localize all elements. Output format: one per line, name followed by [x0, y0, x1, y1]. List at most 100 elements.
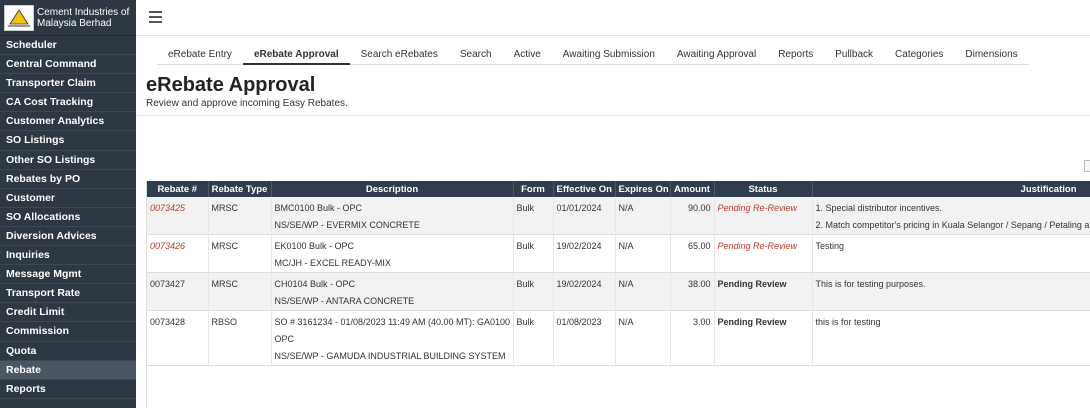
table-cell: EK0100 Bulk - OPC MC/JH - EXCEL READY-MIX: [271, 234, 514, 273]
sidebar-item-rebates-by-po[interactable]: Rebates by PO: [0, 170, 136, 189]
table-cell: Pending Review: [714, 310, 813, 366]
table-cell: 19/02/2024: [553, 234, 616, 273]
status-badge: Pending Re-Review: [717, 203, 798, 213]
expires-on: N/A: [618, 241, 634, 251]
form: Bulk: [516, 241, 535, 251]
description-line: BMC0100 Bulk - OPC: [274, 203, 363, 213]
sidebar-item-customer-analytics[interactable]: Customer Analytics: [0, 112, 136, 132]
sidebar-item-credit-limit[interactable]: Credit Limit: [0, 303, 136, 323]
sidebar-item-transporter-claim[interactable]: Transporter Claim: [0, 74, 136, 94]
rebate-type: RBSO: [211, 317, 238, 327]
table-cell: BMC0100 Bulk - OPC NS/SE/WP - EVERMIX CON…: [271, 197, 514, 235]
rebate-type: MRSC: [211, 279, 239, 289]
justification-line: 2. Match competitor's pricing in Kuala S…: [815, 220, 1090, 230]
justification-line: this is for testing: [815, 317, 881, 327]
tab-awaiting-submission[interactable]: Awaiting Submission: [552, 46, 666, 65]
rebate-number-link[interactable]: 0073425: [150, 203, 185, 213]
tab-dimensions[interactable]: Dimensions: [954, 46, 1028, 65]
table-cell: CH0104 Bulk - OPC NS/SE/WP - ANTARA CONCR…: [271, 272, 514, 311]
table-cell: 0073427: [147, 272, 209, 311]
tab-categories[interactable]: Categories: [884, 46, 954, 65]
tab-awaiting-approval[interactable]: Awaiting Approval: [666, 46, 767, 65]
tab-search[interactable]: Search: [449, 46, 503, 65]
justification-line: Testing: [815, 241, 845, 251]
table-cell: 1. Special distributor incentives. 2. Mat…: [812, 197, 1090, 235]
header-justification[interactable]: Justification: [812, 181, 1090, 197]
table-cell: N/A: [615, 197, 671, 235]
table-cell: MRSC: [208, 272, 272, 311]
table-row[interactable]: 0073425 MRSC BMC0100 Bulk - OPC NS/SE/WP - …: [147, 197, 1090, 235]
sidebar-item-message-mgmt[interactable]: Message Mgmt: [0, 265, 136, 285]
rebate-number: 0073427: [150, 279, 186, 289]
header-form[interactable]: Form: [513, 181, 554, 197]
header-rebate-type[interactable]: Rebate Type: [208, 181, 272, 197]
tab-pullback[interactable]: Pullback: [824, 46, 884, 65]
tab-active[interactable]: Active: [503, 46, 552, 65]
sidebar-item-reports[interactable]: Reports: [0, 380, 136, 399]
table-row[interactable]: 0073427 MRSC CH0104 Bulk - OPC NS/SE/WP - A…: [147, 272, 1090, 311]
description-line: EK0100 Bulk - OPC: [274, 241, 355, 251]
sidebar-item-inquiries[interactable]: Inquiries: [0, 246, 136, 266]
tab-reports[interactable]: Reports: [767, 46, 824, 65]
sidebar-item-ca-cost-tracking[interactable]: CA Cost Tracking: [0, 93, 136, 113]
sidebar-item-quota[interactable]: Quota: [0, 342, 136, 361]
divider: [136, 115, 1090, 116]
sidebar: Cement Industries of Malaysia Berhad Sch…: [0, 0, 136, 408]
tab-erebate-entry[interactable]: eRebate Entry: [157, 46, 243, 65]
header-expires-on[interactable]: Expires On: [615, 181, 671, 197]
form: Bulk: [516, 317, 535, 327]
status-badge: Pending Review: [717, 279, 787, 289]
header-status[interactable]: Status: [714, 181, 813, 197]
tab-search-erebates[interactable]: Search eRebates: [350, 46, 449, 65]
top-bar: [136, 0, 1090, 36]
table-cell: 90.00: [670, 197, 715, 235]
brand[interactable]: Cement Industries of Malaysia Berhad: [0, 0, 136, 36]
justification-line: This is for testing purposes.: [815, 279, 926, 289]
hamburger-menu-icon[interactable]: [149, 11, 162, 23]
justification-line: 1. Special distributor incentives.: [815, 203, 943, 213]
description-line: NS/SE/WP - GAMUDA INDUSTRIAL BUILDING SY…: [274, 351, 506, 361]
amount: 3.00: [692, 317, 711, 327]
tab-erebate-approval[interactable]: eRebate Approval: [242, 46, 350, 65]
company-logo: [4, 4, 34, 31]
effective-on: 19/02/2024: [556, 241, 602, 251]
table-cell: 01/08/2023: [553, 310, 616, 366]
company-name: Cement Industries of Malaysia Berhad: [37, 6, 130, 29]
description-line: OPC: [274, 334, 295, 344]
table-cell: Bulk: [513, 234, 554, 273]
table-cell: Pending Re-Review: [714, 234, 813, 273]
header-rebate-number[interactable]: Rebate #: [147, 181, 209, 197]
expires-on: N/A: [618, 203, 634, 213]
sidebar-item-scheduler[interactable]: Scheduler: [0, 36, 136, 56]
table-cell: RBSO: [208, 310, 272, 366]
effective-on: 19/02/2024: [556, 279, 602, 289]
header-effective-on[interactable]: Effective On: [553, 181, 616, 197]
table-cell: 0073425: [147, 197, 209, 235]
amount: 38.00: [687, 279, 711, 289]
panel-toggle-handle[interactable]: [1084, 160, 1090, 172]
sidebar-item-so-allocations[interactable]: SO Allocations: [0, 208, 136, 227]
table-row[interactable]: 0073428 RBSO SO # 3161234 - 01/08/2023 11:…: [147, 310, 1090, 366]
sidebar-item-other-so-listings[interactable]: Other SO Listings: [0, 151, 136, 170]
table-cell: this is for testing: [812, 310, 1090, 366]
sidebar-item-commission[interactable]: Commission: [0, 322, 136, 342]
header-amount[interactable]: Amount: [670, 181, 715, 197]
sidebar-item-so-listings[interactable]: SO Listings: [0, 131, 136, 151]
amount: 65.00: [687, 241, 711, 251]
description-line: NS/SE/WP - EVERMIX CONCRETE: [274, 220, 420, 230]
table-row[interactable]: 0073426 MRSC EK0100 Bulk - OPC MC/JH - EXCE…: [147, 234, 1090, 273]
table-cell: MRSC: [208, 234, 272, 273]
sidebar-item-central-command[interactable]: Central Command: [0, 55, 136, 75]
sidebar-item-transport-rate[interactable]: Transport Rate: [0, 284, 136, 304]
table-cell: 3.00: [670, 310, 715, 366]
table-cell: Testing: [812, 234, 1090, 273]
sidebar-item-diversion-advices[interactable]: Diversion Advices: [0, 227, 136, 247]
rebate-number-link[interactable]: 0073426: [150, 241, 185, 251]
table-cell: 0073426: [147, 234, 209, 273]
header-description[interactable]: Description: [271, 181, 514, 197]
rebate-table: Rebate # Rebate Type Description Form Ef…: [147, 181, 1090, 366]
table-cell: SO # 3161234 - 01/08/2023 11:49 AM (40.0…: [271, 310, 514, 366]
page-subtitle: Review and approve incoming Easy Rebates…: [146, 98, 348, 109]
sidebar-item-customer[interactable]: Customer: [0, 189, 136, 208]
sidebar-item-rebate[interactable]: Rebate: [0, 360, 136, 380]
